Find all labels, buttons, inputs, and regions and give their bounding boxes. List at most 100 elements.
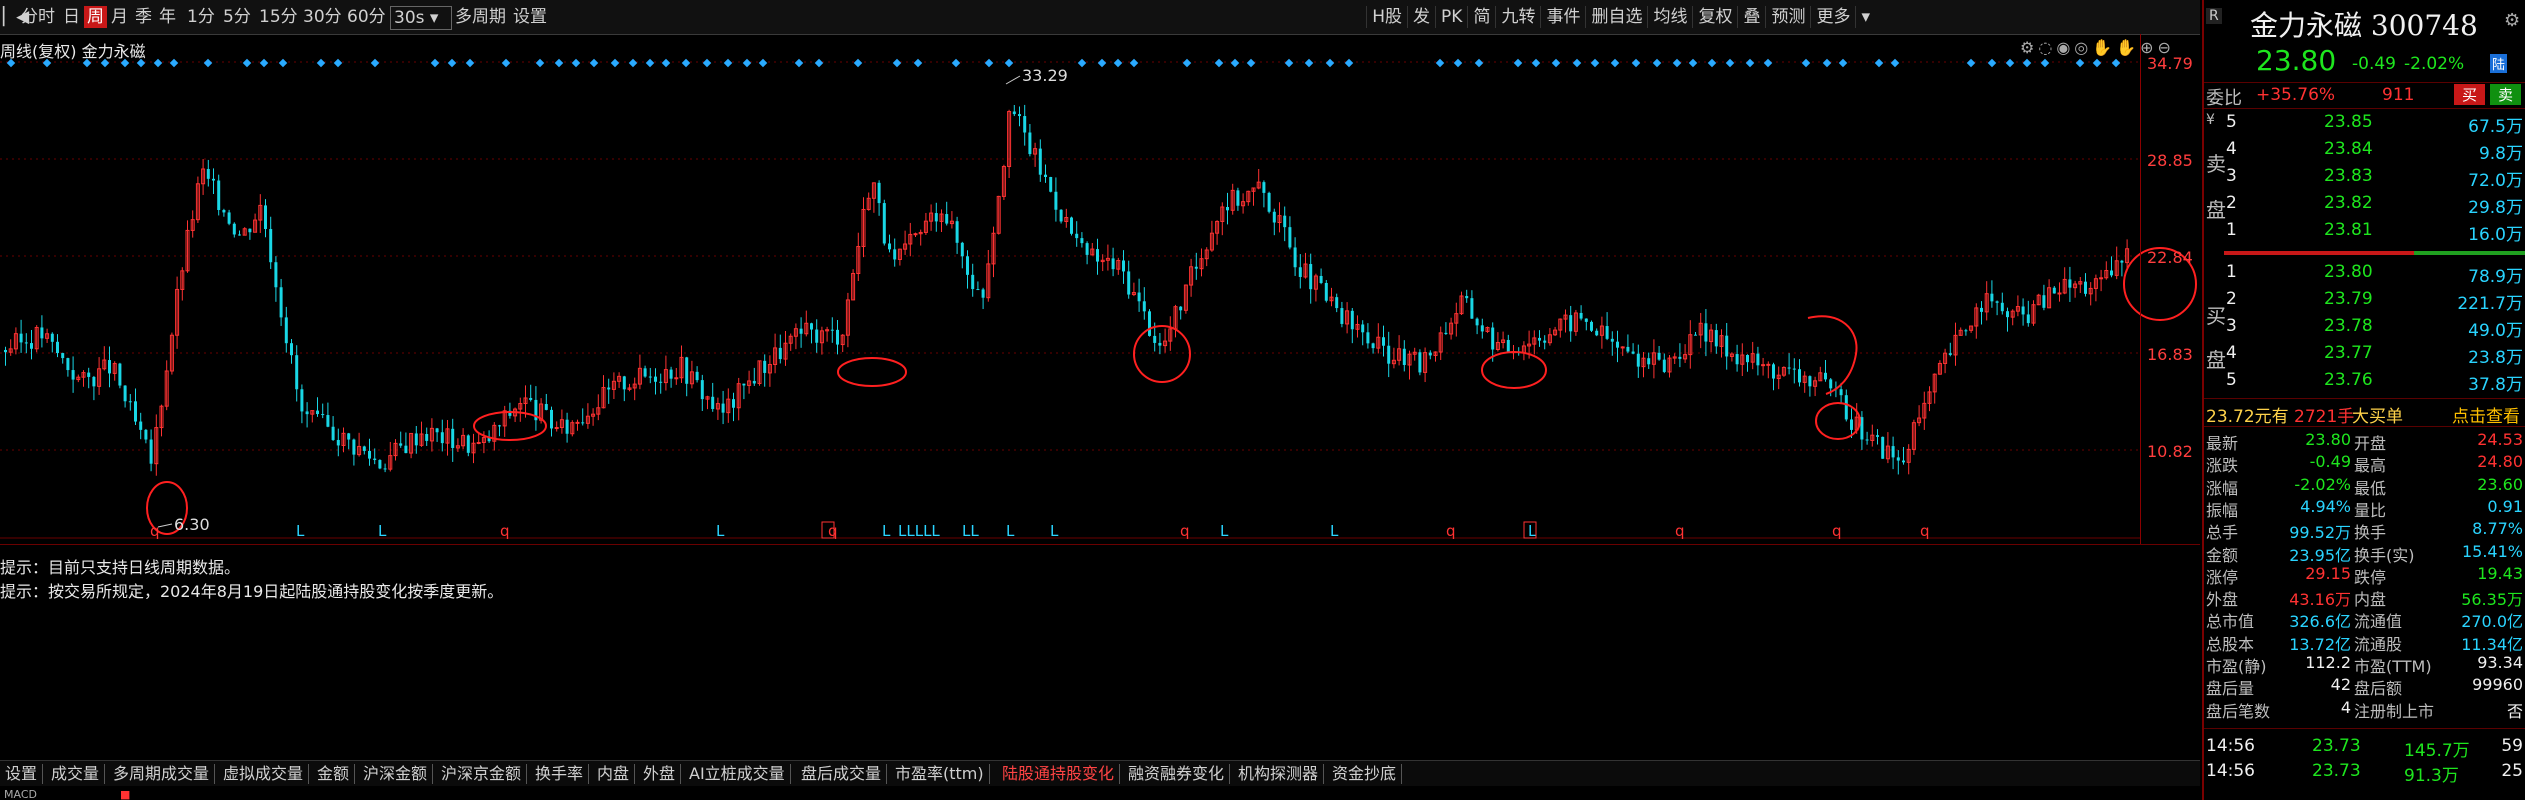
price-axis: 34.79 28.85 22.84 16.83 10.82 <box>2140 34 2201 544</box>
dropdown-icon[interactable]: ▾ <box>1855 6 1875 28</box>
period-tab-month[interactable]: 月 <box>108 6 131 28</box>
period-tab-fenshi[interactable]: 分时 <box>18 6 58 28</box>
stat-label: 金额 <box>2206 545 2239 565</box>
signal-diamond <box>242 58 252 68</box>
candle-body <box>87 372 91 377</box>
candle-body <box>4 349 7 353</box>
indicator-tab[interactable]: 换手率 <box>530 764 590 784</box>
tick-count: 25 <box>2501 761 2523 781</box>
period-tab-1min[interactable]: 1分 <box>184 6 218 28</box>
candle-body <box>1657 352 1661 360</box>
tool-pk[interactable]: PK <box>1435 6 1467 28</box>
candle-body <box>212 178 215 181</box>
period-tab-60min[interactable]: 60分 <box>344 6 389 28</box>
indicator-tab[interactable]: 虚拟成交量 <box>218 764 310 784</box>
indicator-tab[interactable]: 成交量 <box>46 764 106 784</box>
candle-body <box>1610 338 1614 342</box>
tool-event[interactable]: 事件 <box>1540 6 1585 28</box>
signal-diamond <box>814 58 824 68</box>
svg-text:MACD: MACD <box>4 788 37 800</box>
indicator-tab[interactable]: 设置 <box>0 764 44 784</box>
candle-body <box>1080 238 1084 244</box>
indicator-tab[interactable]: 外盘 <box>638 764 682 784</box>
signal-diamond <box>1513 58 1523 68</box>
stat-label: 总市值 <box>2206 612 2255 632</box>
settings-button[interactable]: 设置 <box>510 6 550 28</box>
tool-remove-watch[interactable]: 删自选 <box>1585 6 1647 28</box>
indicator-tab[interactable]: 融资融券变化 <box>1123 764 1231 784</box>
candle-body <box>2057 292 2062 295</box>
period-30s-select[interactable]: 30s ▾ <box>390 6 452 30</box>
indicator-tab[interactable]: 金额 <box>312 764 356 784</box>
candle-body <box>24 342 28 344</box>
tool-hshare[interactable]: H股 <box>1366 6 1407 28</box>
indicator-tab[interactable]: 沪深金额 <box>358 764 434 784</box>
candle-body <box>1070 217 1073 234</box>
candle-series <box>4 104 2130 476</box>
period-tab-15min[interactable]: 15分 <box>256 6 301 28</box>
candle-body <box>1465 295 1469 299</box>
tool-jiuzhuan[interactable]: 九转 <box>1495 6 1540 28</box>
candle-body <box>2099 277 2104 280</box>
sell-button[interactable]: 卖 <box>2490 84 2522 105</box>
indicator-tab[interactable]: 沪深京金额 <box>436 764 528 784</box>
indicator-tab-bar: 设置 成交量 多周期成交量 虚拟成交量 金额 沪深金额 沪深京金额 换手率 内盘 外盘 AI立桩成交… <box>0 760 2200 787</box>
big-order-link[interactable]: 点击查看 <box>2452 402 2520 427</box>
candle-body <box>1366 332 1370 344</box>
candle-body <box>1964 330 1968 332</box>
tool-jian[interactable]: 简 <box>1467 6 1495 28</box>
indicator-tab[interactable]: 多周期成交量 <box>108 764 216 784</box>
divider <box>2204 728 2525 729</box>
indicator-tab[interactable]: 内盘 <box>592 764 636 784</box>
period-tab-multi[interactable]: 多周期 <box>452 6 509 28</box>
indicator-tab[interactable]: AI立桩成交量 <box>684 764 791 784</box>
kline-chart[interactable]: 33.29 6.30 q L Lq Lq L LLLLL LL L Lq L Lq Lq q q <box>0 34 2200 544</box>
candle-body <box>622 376 626 390</box>
candle-body <box>752 380 756 384</box>
period-tab-day[interactable]: 日 <box>60 6 83 28</box>
stat-label: 市盈(静) <box>2206 657 2267 676</box>
period-tab-quarter[interactable]: 季 <box>132 6 155 28</box>
tool-ma[interactable]: 均线 <box>1647 6 1692 28</box>
candle-body <box>2006 311 2009 318</box>
period-tab-30min[interactable]: 30分 <box>300 6 345 28</box>
candle-body <box>1309 264 1313 290</box>
tool-fa[interactable]: 发 <box>1407 6 1435 28</box>
period-tab-5min[interactable]: 5分 <box>220 6 254 28</box>
candle-body <box>1158 342 1162 346</box>
indicator-tab[interactable]: 机构探测器 <box>1233 764 1325 784</box>
candle-body <box>2026 314 2030 324</box>
candle-body <box>305 411 309 415</box>
signal-diamond <box>333 58 343 68</box>
tool-forecast[interactable]: 预测 <box>1765 6 1810 28</box>
candle-body <box>721 403 725 413</box>
gear-icon[interactable]: ⚙ <box>2504 10 2520 31</box>
stat-label: 涨幅 <box>2206 478 2239 498</box>
candle-body <box>1475 318 1479 326</box>
tool-overlay[interactable]: 叠 <box>1737 6 1765 28</box>
candle-body <box>960 242 964 257</box>
chart-tool-group: H股 发 PK 简 九转 事件 删自选 均线 复权 叠 预测 更多 ▾ <box>1366 6 1875 28</box>
ask-volume: 16.0万 <box>2468 225 2523 245</box>
buy-button[interactable]: 买 <box>2454 84 2486 105</box>
indicator-tab[interactable]: 市盈率(ttm) <box>890 764 990 784</box>
indicator-tab[interactable]: 资金抄底 <box>1327 764 1403 784</box>
tool-adjust[interactable]: 复权 <box>1692 6 1737 28</box>
tool-more[interactable]: 更多 <box>1810 6 1855 28</box>
candle-body <box>913 233 918 236</box>
candle-body <box>1891 446 1895 458</box>
candle-body <box>347 433 351 440</box>
candle-body <box>295 355 299 390</box>
indicator-tab[interactable]: 陆股通持股变化 <box>997 764 1121 784</box>
hint-message-1: 提示：目前只支持日线周期数据。 <box>0 558 241 577</box>
candle-body <box>1153 335 1157 343</box>
signal-diamond <box>1246 58 1256 68</box>
candle-body <box>1049 176 1053 192</box>
period-tab-week[interactable]: 周 <box>84 6 107 28</box>
candle-body <box>352 439 356 455</box>
period-tab-year[interactable]: 年 <box>156 6 179 28</box>
stat-value: 99.52万 <box>2289 523 2351 543</box>
indicator-tab[interactable]: 盘后成交量 <box>796 764 888 784</box>
stat-value: 24.53 <box>2477 430 2523 449</box>
signal-letter: q <box>1446 522 1456 540</box>
